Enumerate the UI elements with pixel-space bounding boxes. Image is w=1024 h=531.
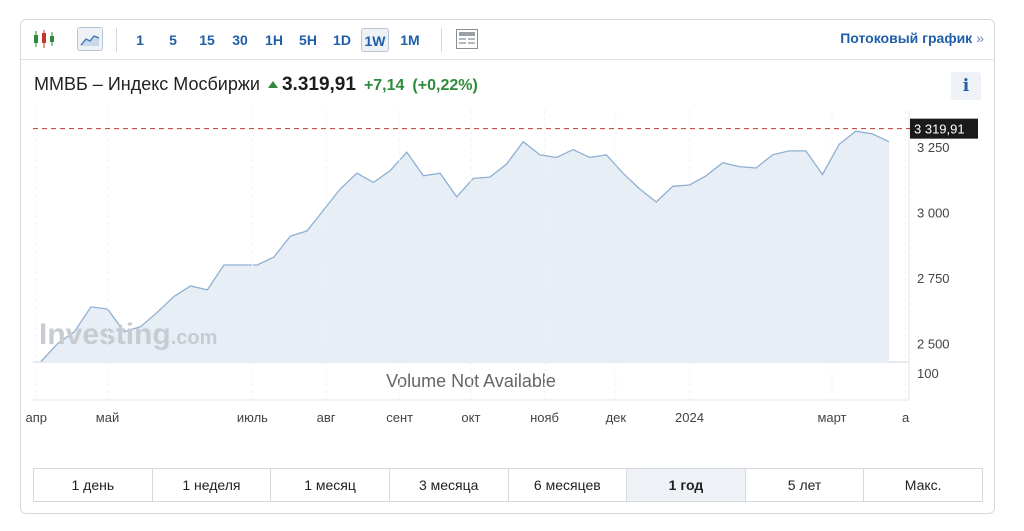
period-1-month[interactable]: 1 месяц (271, 469, 390, 501)
x-tick-label: дек (606, 410, 627, 425)
candlestick-icon[interactable] (31, 27, 57, 51)
info-button[interactable]: i (951, 72, 981, 100)
y-tick-label: 3 250 (917, 140, 950, 155)
interval-1h[interactable]: 1H (262, 28, 286, 52)
interval-1d[interactable]: 1D (329, 28, 355, 52)
chevron-right-icon: » (976, 30, 984, 46)
toolbar-divider (116, 28, 117, 52)
price-change: +7,14 (363, 77, 405, 94)
x-tick-label: окт (461, 410, 480, 425)
y-tick-label: 3 000 (917, 206, 950, 221)
period-1-day[interactable]: 1 день (34, 469, 153, 501)
period-6-months[interactable]: 6 месяцев (509, 469, 628, 501)
period-1-year[interactable]: 1 год (627, 469, 746, 501)
last-price: 3.319,91 (281, 74, 356, 95)
volume-tick-label: 100 (917, 366, 939, 381)
area-chart-icon[interactable] (77, 27, 103, 51)
streaming-chart-link[interactable]: Потоковый график» (840, 30, 984, 46)
streaming-chart-label: Потоковый график (840, 30, 973, 46)
x-tick-label: авг (317, 410, 336, 425)
price-chart: Investing.com3 319,912 5002 7503 0003 25… (25, 110, 978, 425)
price-change-percent: (+0,22%) (412, 77, 478, 94)
interval-30[interactable]: 30 (228, 28, 252, 52)
interval-15[interactable]: 15 (195, 28, 219, 52)
interval-5[interactable]: 5 (164, 28, 182, 52)
period-selector: 1 день 1 неделя 1 месяц 3 месяца 6 месяц… (33, 468, 983, 502)
interval-1w[interactable]: 1W (361, 28, 389, 52)
period-max[interactable]: Макс. (864, 469, 982, 501)
volume-placeholder: Volume Not Available (386, 371, 556, 391)
interval-5h[interactable]: 5H (295, 28, 321, 52)
x-tick-label: 2024 (675, 410, 704, 425)
chart-toolbar: 1 5 15 30 1H 5H 1D 1W 1M Потоковый графи… (21, 20, 994, 60)
x-tick-label: а (902, 410, 910, 425)
y-tick-label: 2 500 (917, 337, 950, 352)
x-tick-label: июль (237, 410, 268, 425)
last-price-label: 3 319,91 (914, 122, 965, 137)
x-tick-label: март (817, 410, 846, 425)
x-tick-label: апр (25, 410, 47, 425)
interval-1[interactable]: 1 (131, 28, 149, 52)
instrument-name: ММВБ – Индекс Мосбиржи (34, 74, 260, 94)
period-3-months[interactable]: 3 месяца (390, 469, 509, 501)
data-table-icon[interactable] (454, 27, 480, 51)
interval-1m[interactable]: 1M (396, 28, 424, 52)
y-tick-label: 2 750 (917, 271, 950, 286)
chart-widget: 1 5 15 30 1H 5H 1D 1W 1M Потоковый графи… (20, 19, 995, 514)
arrow-up-icon (267, 81, 278, 88)
period-5-years[interactable]: 5 лет (746, 469, 865, 501)
x-tick-label: сент (386, 410, 413, 425)
x-tick-label: нояб (530, 410, 559, 425)
period-1-week[interactable]: 1 неделя (153, 469, 272, 501)
instrument-header: ММВБ – Индекс Мосбиржи 3.319,91 +7,14 (+0,2… (34, 74, 478, 96)
x-tick-label: май (96, 410, 119, 425)
toolbar-divider (441, 28, 442, 52)
